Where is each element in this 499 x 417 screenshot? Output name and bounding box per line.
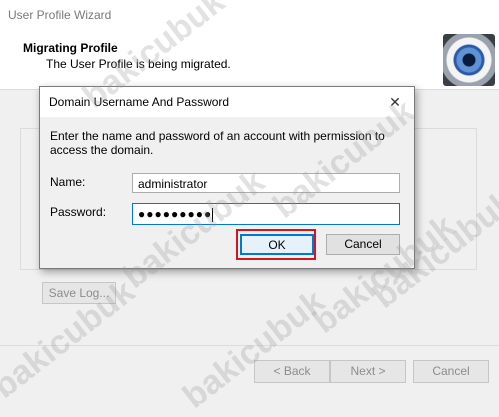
ok-highlight-box [236, 229, 316, 260]
domain-credentials-dialog: Domain Username And Password ✕ Enter the… [39, 86, 415, 269]
wizard-cancel-button[interactable]: Cancel [413, 360, 489, 383]
divider [0, 345, 499, 346]
password-mask: ●●●●●●●●● [138, 207, 213, 221]
close-icon[interactable]: ✕ [385, 92, 405, 112]
wizard-title: User Profile Wizard [8, 8, 112, 22]
wizard-titlebar: User Profile Wizard [0, 0, 499, 32]
dialog-title: Domain Username And Password [49, 95, 230, 109]
next-button[interactable]: Next > [330, 360, 406, 383]
wizard-header-title: Migrating Profile [23, 41, 118, 55]
eye-icon [443, 34, 495, 86]
dialog-description: Enter the name and password of an accoun… [50, 129, 385, 157]
save-log-button[interactable]: Save Log... [42, 282, 116, 304]
dialog-titlebar: Domain Username And Password ✕ [40, 87, 414, 117]
dialog-cancel-button[interactable]: Cancel [326, 234, 400, 255]
text-caret [212, 207, 214, 222]
wizard-header: Migrating Profile The User Profile is be… [0, 32, 499, 90]
username-input[interactable]: administrator [132, 173, 400, 193]
name-label: Name: [50, 175, 86, 189]
back-button[interactable]: < Back [254, 360, 330, 383]
wizard-header-subtitle: The User Profile is being migrated. [46, 57, 231, 71]
username-value: administrator [138, 177, 208, 191]
password-label: Password: [50, 205, 107, 219]
password-input[interactable]: ●●●●●●●●● [132, 203, 400, 225]
